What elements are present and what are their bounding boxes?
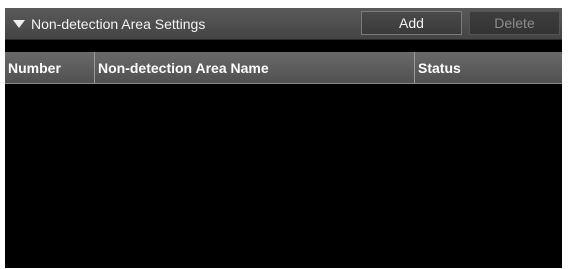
non-detection-area-panel: Non-detection Area Settings Add Delete N… — [5, 8, 562, 268]
table-header: Number Non-detection Area Name Status — [5, 52, 562, 84]
delete-button[interactable]: Delete — [469, 11, 560, 35]
section-header: Non-detection Area Settings Add Delete — [5, 8, 562, 40]
section-collapse-toggle[interactable]: Non-detection Area Settings — [11, 8, 205, 39]
add-button[interactable]: Add — [361, 11, 462, 35]
column-header-area-name[interactable]: Non-detection Area Name — [95, 52, 415, 83]
column-header-number[interactable]: Number — [5, 52, 95, 83]
column-header-status[interactable]: Status — [415, 52, 562, 83]
triangle-down-icon — [13, 19, 25, 28]
table-body[interactable] — [5, 84, 562, 268]
section-title: Non-detection Area Settings — [31, 15, 206, 32]
